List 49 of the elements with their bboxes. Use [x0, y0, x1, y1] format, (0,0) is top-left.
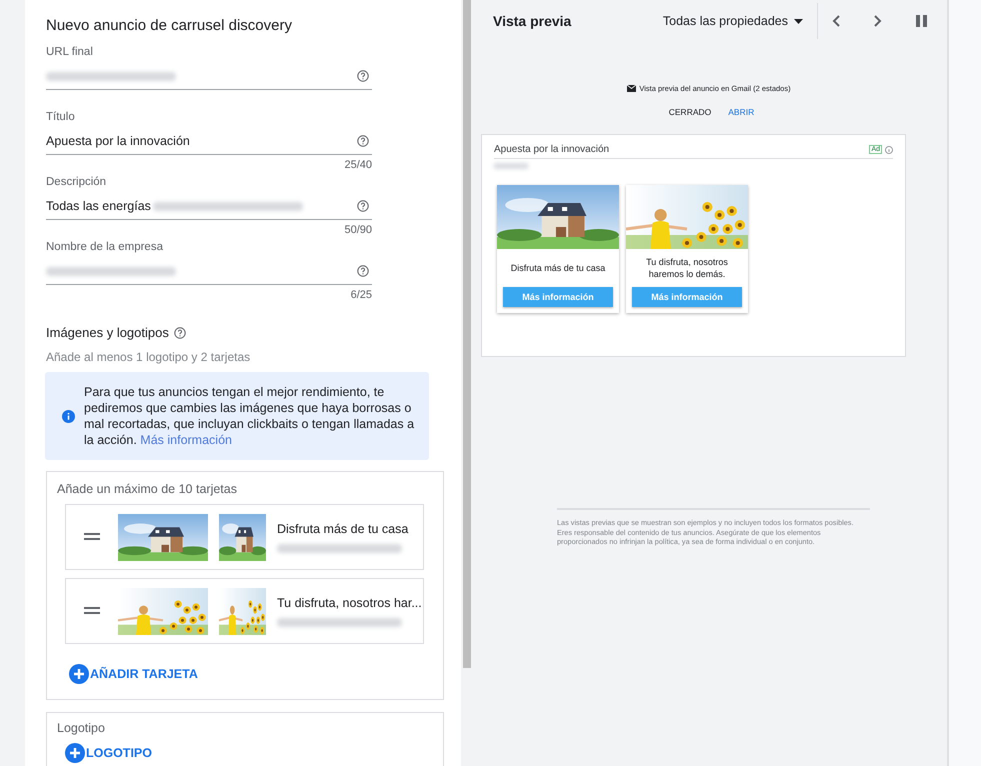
character-counter: 25/40	[343, 159, 372, 173]
input-field[interactable]: Apuesta por la innovación	[46, 128, 372, 155]
info-icon	[62, 410, 75, 422]
input-field[interactable]: Todas las energías	[46, 193, 372, 220]
add-icon	[65, 743, 85, 763]
field-label: Nombre de la empresa	[46, 241, 164, 253]
preview-state-tab[interactable]: CERRADO	[668, 107, 712, 117]
section-hint: Añade al menos 1 logotipo y 2 tarjetas	[46, 350, 252, 364]
section-title: Imágenes y logotipos	[46, 325, 169, 340]
card-item[interactable]: Tu disfruta, nosotros har...	[65, 578, 424, 644]
add-logo-button[interactable]: LOGOTIPO	[65, 743, 152, 763]
help-icon[interactable]	[357, 70, 369, 82]
panel-title: Logotipo	[57, 721, 106, 735]
card-headline: Tu disfruta, nosotros har...	[277, 596, 422, 610]
help-icon[interactable]	[357, 265, 369, 277]
pause-icon[interactable]	[916, 15, 927, 27]
field-label: Descripción	[46, 176, 108, 188]
card-item[interactable]: Disfruta más de tu casa	[65, 504, 424, 570]
blurred-text	[494, 163, 528, 169]
character-counter: 6/25	[350, 289, 372, 303]
photo-placeholder	[219, 588, 266, 634]
field-label: URL final	[46, 46, 94, 58]
next-icon[interactable]	[874, 15, 882, 27]
card-text: Disfruta más de tu casa	[510, 262, 606, 275]
add-card-button[interactable]: AÑADIR TARJETA	[69, 664, 198, 684]
ad-headline: Apuesta por la innovación	[494, 144, 610, 155]
dropdown-caret-icon	[794, 18, 803, 24]
field-label: Título	[46, 111, 76, 123]
scrollbar-thumb[interactable]	[463, 0, 471, 668]
panel-title: Añade un máximo de 10 tarjetas	[57, 482, 238, 496]
preview-title: Vista previa	[493, 13, 572, 29]
photo-placeholder	[219, 514, 266, 560]
page-title: Nuevo anuncio de carrusel discovery	[46, 17, 293, 34]
notice-text: Para que tus anuncios tengan el mejor rendimiento, te pediremos que cambies las imágenes que haya borrosas o mal recortadas, que incluyan clickbaits o tengan llamadas a la acción. Más información	[84, 384, 416, 448]
help-icon[interactable]	[357, 135, 369, 147]
character-counter: 50/90	[343, 224, 372, 238]
more-info-link[interactable]: Más información	[140, 433, 232, 447]
mail-icon	[627, 85, 636, 92]
card-headline: Disfruta más de tu casa	[277, 522, 408, 536]
info-icon[interactable]	[885, 146, 893, 154]
add-icon	[69, 664, 89, 684]
card-text: Tu disfruta, nosotros haremos lo demás.	[645, 256, 729, 281]
help-icon[interactable]	[174, 326, 186, 338]
property-dropdown[interactable]: Todas las propiedades	[656, 13, 817, 29]
previous-icon[interactable]	[832, 15, 840, 27]
drag-handle-icon[interactable]	[84, 607, 100, 615]
help-icon[interactable]	[357, 200, 369, 212]
preview-state-tab[interactable]: ABRIR	[728, 107, 754, 117]
drag-handle-icon[interactable]	[84, 533, 100, 541]
